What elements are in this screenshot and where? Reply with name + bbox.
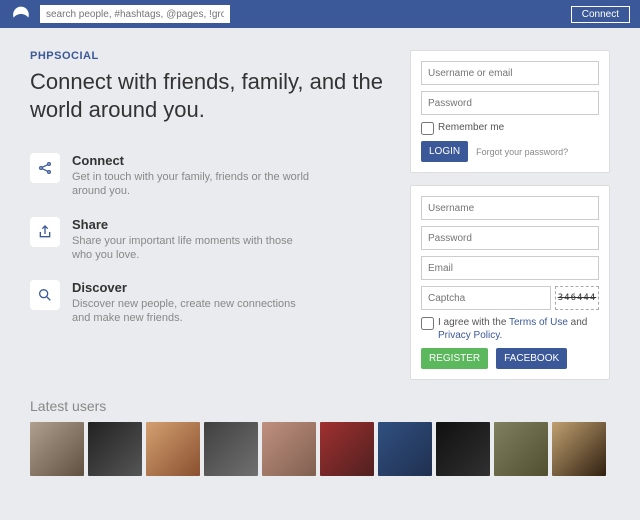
feature-discover: Discover Discover new people, create new…	[30, 280, 390, 326]
feature-desc: Discover new people, create new connecti…	[72, 297, 312, 326]
feature-title: Discover	[72, 280, 312, 295]
privacy-link[interactable]: Privacy Policy	[438, 330, 500, 341]
latest-users-section: Latest users	[0, 390, 640, 476]
logo-icon[interactable]	[10, 3, 32, 25]
agree-checkbox[interactable]	[421, 317, 434, 330]
brand-label: PHPSOCIAL	[30, 50, 390, 62]
feature-connect: Connect Get in touch with your family, f…	[30, 153, 390, 199]
user-strip	[30, 422, 610, 476]
register-card: 346444 I agree with the Terms of Use and…	[410, 185, 610, 380]
feature-desc: Get in touch with your family, friends o…	[72, 170, 312, 199]
login-password-field[interactable]	[421, 91, 599, 115]
connect-button[interactable]: Connect	[571, 6, 630, 23]
remember-checkbox[interactable]	[421, 122, 434, 135]
magnify-icon	[30, 280, 60, 310]
login-card: Remember me LOGIN Forgot your password?	[410, 50, 610, 173]
feature-desc: Share your important life moments with t…	[72, 234, 312, 263]
forgot-password-link[interactable]: Forgot your password?	[476, 147, 568, 157]
register-password-field[interactable]	[421, 226, 599, 250]
remember-label: Remember me	[438, 121, 504, 134]
avatar[interactable]	[262, 422, 316, 476]
feature-title: Connect	[72, 153, 312, 168]
login-button[interactable]: LOGIN	[421, 141, 468, 162]
register-email-field[interactable]	[421, 256, 599, 280]
agree-text: I agree with the Terms of Use and Privac…	[438, 316, 599, 342]
captcha-image: 346444	[555, 286, 599, 310]
register-username-field[interactable]	[421, 196, 599, 220]
auth-forms: Remember me LOGIN Forgot your password? …	[410, 50, 610, 380]
agree-row[interactable]: I agree with the Terms of Use and Privac…	[421, 316, 599, 342]
register-button[interactable]: REGISTER	[421, 348, 488, 369]
avatar[interactable]	[88, 422, 142, 476]
terms-link[interactable]: Terms of Use	[509, 317, 568, 328]
avatar[interactable]	[30, 422, 84, 476]
avatar[interactable]	[378, 422, 432, 476]
share-nodes-icon	[30, 153, 60, 183]
latest-users-title: Latest users	[30, 398, 610, 414]
topbar-left	[10, 3, 230, 25]
avatar[interactable]	[436, 422, 490, 476]
main-area: PHPSOCIAL Connect with friends, family, …	[0, 28, 640, 390]
remember-row[interactable]: Remember me	[421, 121, 599, 135]
hero-section: PHPSOCIAL Connect with friends, family, …	[30, 50, 390, 380]
export-icon	[30, 217, 60, 247]
search-input[interactable]	[40, 5, 230, 23]
tagline: Connect with friends, family, and the wo…	[30, 68, 390, 123]
feature-title: Share	[72, 217, 312, 232]
captcha-row: 346444	[421, 286, 599, 310]
feature-share: Share Share your important life moments …	[30, 217, 390, 263]
login-username-field[interactable]	[421, 61, 599, 85]
avatar[interactable]	[552, 422, 606, 476]
facebook-button[interactable]: FACEBOOK	[496, 348, 567, 369]
avatar[interactable]	[320, 422, 374, 476]
feature-list: Connect Get in touch with your family, f…	[30, 153, 390, 326]
avatar[interactable]	[494, 422, 548, 476]
avatar[interactable]	[146, 422, 200, 476]
captcha-field[interactable]	[421, 286, 551, 310]
avatar[interactable]	[204, 422, 258, 476]
topbar: Connect	[0, 0, 640, 28]
